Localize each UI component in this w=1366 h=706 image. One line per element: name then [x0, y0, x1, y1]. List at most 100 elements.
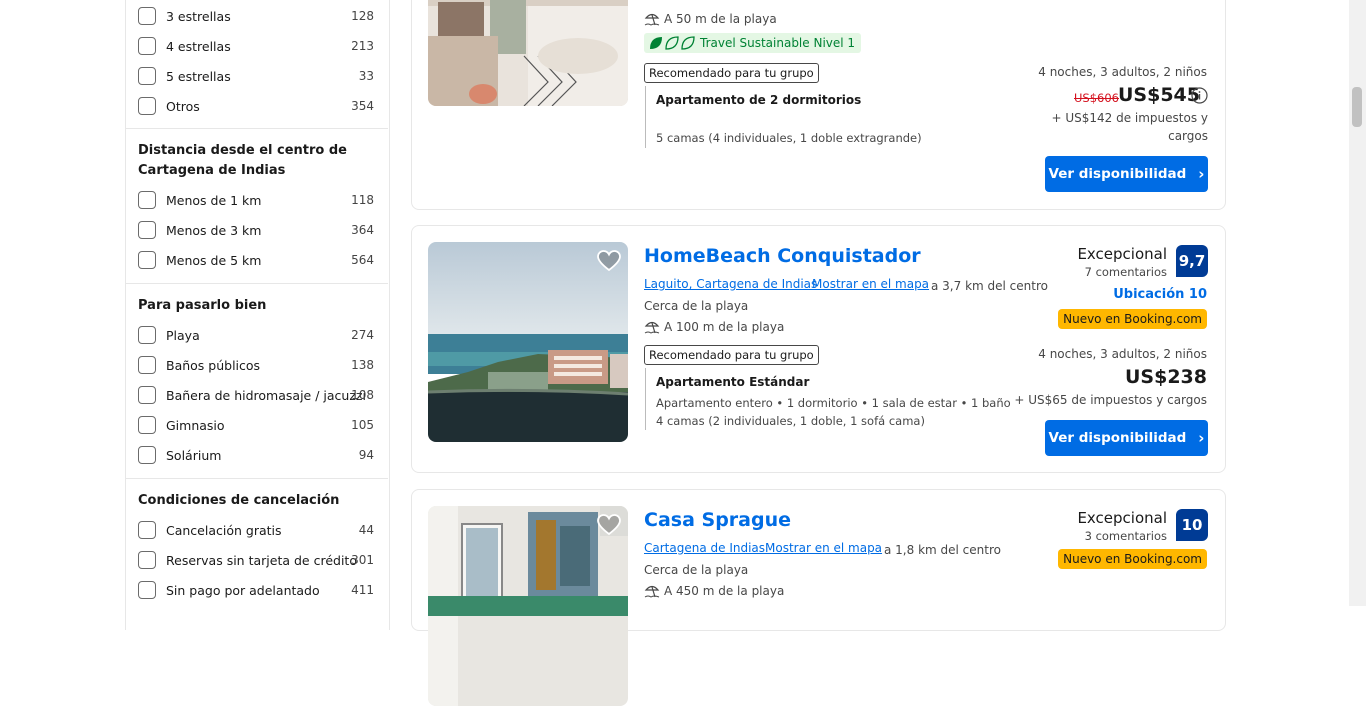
filter-label: 3 estrellas: [166, 8, 231, 24]
heart-icon[interactable]: [597, 250, 621, 272]
review-count[interactable]: 7 comentarios: [1085, 265, 1167, 279]
filter-3-stars[interactable]: 3 estrellas 128: [138, 5, 376, 27]
filter-4-stars[interactable]: 4 estrellas 213: [138, 35, 376, 57]
review-count[interactable]: 3 comentarios: [1085, 529, 1167, 543]
location-score: Ubicación 10: [1113, 287, 1207, 302]
leaf-icon: [650, 36, 695, 50]
room-type: Apartamento de 2 dormitorios: [656, 93, 862, 107]
checkbox[interactable]: [138, 446, 156, 464]
button-label: Ver disponibilidad: [1048, 166, 1187, 182]
checkbox[interactable]: [138, 386, 156, 404]
divider: [126, 283, 388, 284]
property-title[interactable]: HomeBeach Conquistador: [644, 245, 921, 267]
filter-count: 274: [351, 328, 374, 342]
review-score[interactable]: 10: [1176, 509, 1208, 541]
beach-umbrella-icon: [644, 321, 660, 334]
filter-group-title-fun: Para pasarlo bien: [138, 298, 267, 313]
scrollbar-thumb[interactable]: [1352, 87, 1362, 127]
divider: [126, 128, 388, 129]
filter-count: 108: [351, 388, 374, 402]
filter-distance-1km[interactable]: Menos de 1 km 118: [138, 189, 376, 211]
new-badge: Nuevo en Booking.com: [1058, 309, 1207, 329]
checkbox[interactable]: [138, 7, 156, 25]
filter-public-baths[interactable]: Baños públicos 138: [138, 354, 376, 376]
filter-count: 411: [351, 583, 374, 597]
filter-no-credit-card[interactable]: Reservas sin tarjeta de crédito 301: [138, 549, 376, 571]
filter-free-cancellation[interactable]: Cancelación gratis 44: [138, 519, 376, 541]
price: US$545: [1118, 84, 1200, 106]
filter-solarium[interactable]: Solárium 94: [138, 444, 376, 466]
location-link[interactable]: Laguito, Cartagena de Indias: [644, 277, 817, 291]
filter-jacuzzi[interactable]: Bañera de hidromasaje / jacuzzi 108: [138, 384, 376, 406]
checkbox[interactable]: [138, 37, 156, 55]
checkbox[interactable]: [138, 356, 156, 374]
filter-other-stars[interactable]: Otros 354: [138, 95, 376, 117]
beach-distance: A 100 m de la playa: [644, 320, 784, 334]
filter-label: Solárium: [166, 447, 222, 463]
filter-count: 94: [358, 448, 374, 462]
checkbox[interactable]: [138, 326, 156, 344]
divider: [645, 368, 646, 430]
filter-count: 105: [351, 418, 374, 432]
filter-count: 128: [351, 9, 374, 23]
review-score[interactable]: 9,7: [1176, 245, 1208, 277]
filter-label: Menos de 3 km: [166, 222, 262, 238]
checkbox[interactable]: [138, 251, 156, 269]
filter-distance-5km[interactable]: Menos de 5 km 564: [138, 249, 376, 271]
recommended-badge: Recomendado para tu grupo: [644, 63, 819, 83]
near-beach: Cerca de la playa: [644, 299, 749, 313]
checkbox[interactable]: [138, 416, 156, 434]
recommended-badge: Recomendado para tu grupo: [644, 345, 819, 365]
filter-5-stars[interactable]: 5 estrellas 33: [138, 65, 376, 87]
checkbox[interactable]: [138, 521, 156, 539]
property-photo[interactable]: [428, 0, 628, 106]
checkbox[interactable]: [138, 67, 156, 85]
property-photo[interactable]: [428, 242, 628, 442]
checkbox[interactable]: [138, 551, 156, 569]
beach-hotel-image: [428, 242, 628, 442]
stay-summary: 4 noches, 3 adultos, 2 niños: [1038, 65, 1207, 79]
show-on-map-link[interactable]: Mostrar en el mapa: [812, 277, 929, 291]
checkbox[interactable]: [138, 97, 156, 115]
sustainable-badge[interactable]: Travel Sustainable Nivel 1: [644, 33, 862, 53]
filter-label: Cancelación gratis: [166, 522, 282, 538]
center-distance: a 3,7 km del centro: [931, 279, 1048, 293]
filter-count: 354: [351, 99, 374, 113]
filter-label: Sin pago por adelantado: [166, 582, 320, 598]
info-icon[interactable]: [1191, 87, 1208, 104]
show-on-map-link[interactable]: Mostrar en el mapa: [765, 541, 882, 555]
filter-label: Reservas sin tarjeta de crédito: [166, 552, 357, 568]
room-type: Apartamento Estándar: [656, 375, 810, 389]
see-availability-button[interactable]: Ver disponibilidad ›: [1045, 156, 1208, 192]
location-link[interactable]: Cartagena de Indias: [644, 541, 765, 555]
filter-count: 138: [351, 358, 374, 372]
heart-icon[interactable]: [597, 514, 621, 536]
filter-count: 564: [351, 253, 374, 267]
bed-config: 4 camas (2 individuales, 1 doble, 1 sofá…: [656, 414, 925, 428]
filter-no-prepayment[interactable]: Sin pago por adelantado 411: [138, 579, 376, 601]
center-distance: a 1,8 km del centro: [884, 543, 1001, 557]
filter-gym[interactable]: Gimnasio 105: [138, 414, 376, 436]
bed-config: 5 camas (4 individuales, 1 doble extragr…: [656, 131, 922, 145]
beach-umbrella-icon: [644, 585, 660, 598]
filter-label: Gimnasio: [166, 417, 225, 433]
property-title[interactable]: Casa Sprague: [644, 509, 791, 531]
filter-count: 364: [351, 223, 374, 237]
rating-label: Excepcional: [1077, 509, 1167, 527]
filter-label: 4 estrellas: [166, 38, 231, 54]
checkbox[interactable]: [138, 221, 156, 239]
checkbox[interactable]: [138, 581, 156, 599]
near-beach: Cerca de la playa: [644, 563, 749, 577]
new-badge: Nuevo en Booking.com: [1058, 549, 1207, 569]
filter-distance-3km[interactable]: Menos de 3 km 364: [138, 219, 376, 241]
filter-beach[interactable]: Playa 274: [138, 324, 376, 346]
divider: [126, 478, 388, 479]
see-availability-button[interactable]: Ver disponibilidad ›: [1045, 420, 1208, 456]
filter-label: Menos de 5 km: [166, 252, 262, 268]
beach-distance: A 50 m de la playa: [644, 12, 777, 26]
beach-umbrella-icon: [644, 13, 660, 26]
taxes: + US$65 de impuestos y cargos: [1014, 393, 1207, 407]
filter-label: Bañera de hidromasaje / jacuzzi: [166, 387, 366, 403]
property-photo[interactable]: [428, 506, 628, 706]
checkbox[interactable]: [138, 191, 156, 209]
